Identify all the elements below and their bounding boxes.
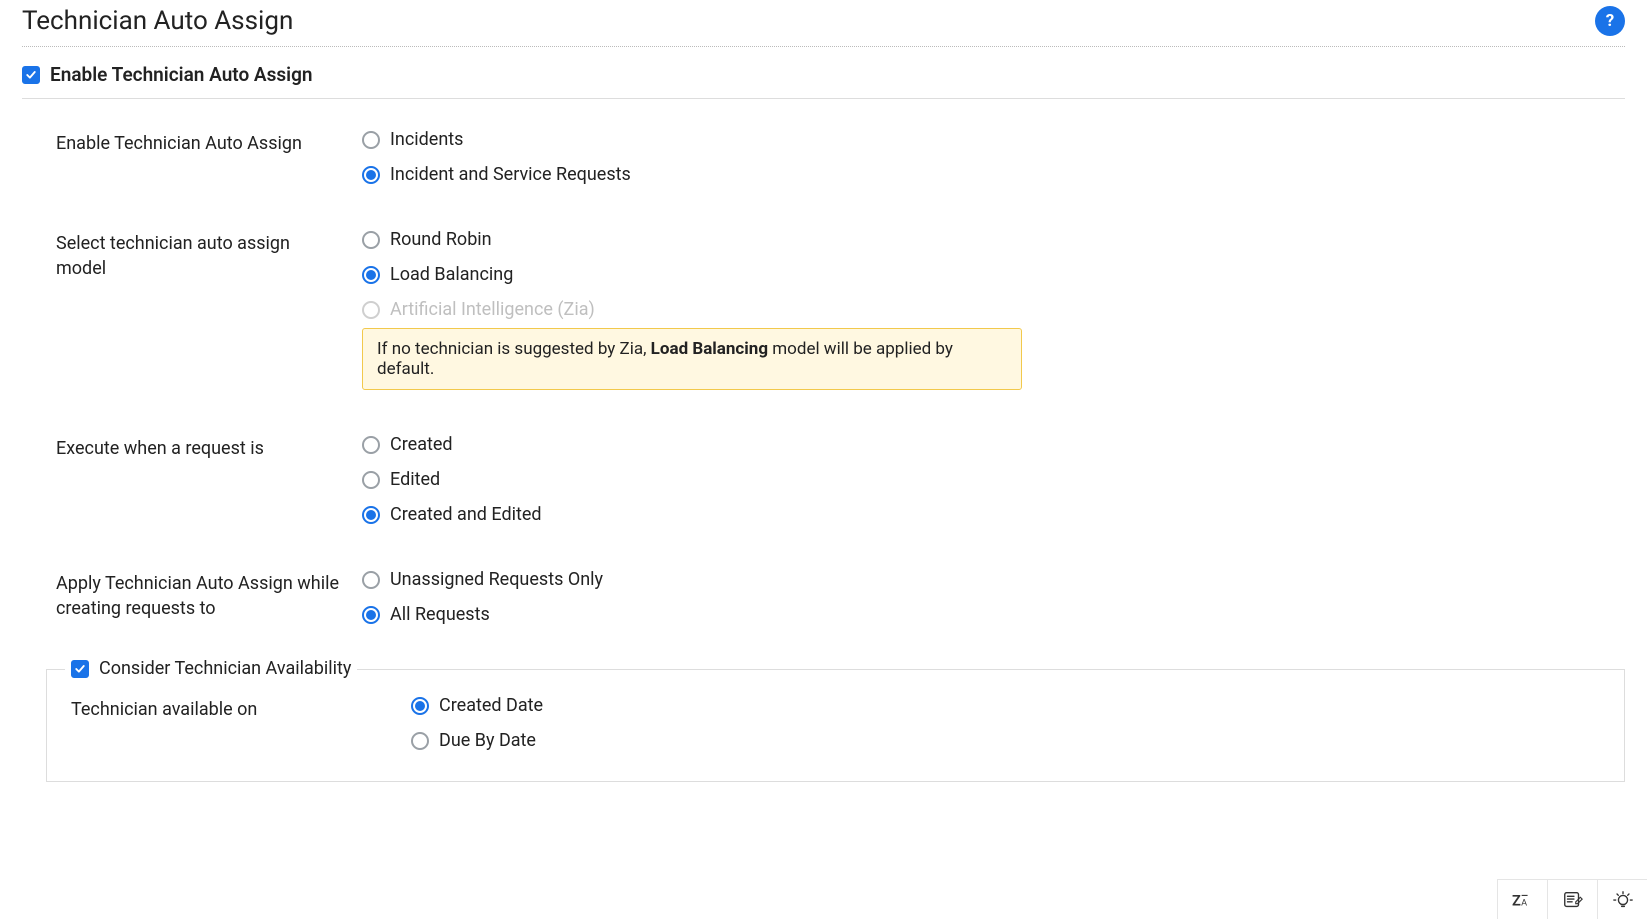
info-text-prefix: If no technician is suggested by Zia,: [377, 339, 651, 359]
field-model: Select technician auto assign model Roun…: [22, 229, 1625, 390]
page-header: Technician Auto Assign ?: [22, 6, 1625, 47]
enable-row: Enable Technician Auto Assign: [22, 47, 1625, 99]
note-icon: [1562, 889, 1584, 911]
apply-option[interactable]: Unassigned Requests Only: [362, 569, 1625, 590]
radio-input[interactable]: [362, 166, 380, 184]
help-button[interactable]: ?: [1595, 6, 1625, 36]
bottom-toolbar: ZA: [1497, 879, 1647, 919]
radio-label: Due By Date: [439, 730, 536, 751]
radio-label: Round Robin: [390, 229, 492, 250]
field-label: Technician available on: [71, 695, 411, 722]
radio-label: Incidents: [390, 129, 463, 150]
availability-fieldset: Consider Technician Availability Technic…: [46, 669, 1625, 782]
info-text-bold: Load Balancing: [651, 339, 768, 359]
radio-input: [362, 301, 380, 319]
scope-option[interactable]: Incident and Service Requests: [362, 164, 1625, 185]
bulb-button[interactable]: [1597, 879, 1647, 919]
apply-option[interactable]: All Requests: [362, 604, 1625, 625]
execute-option[interactable]: Created: [362, 434, 1625, 455]
availability-option[interactable]: Created Date: [411, 695, 1600, 716]
radio-label: Incident and Service Requests: [390, 164, 631, 185]
radio-input[interactable]: [411, 732, 429, 750]
radio-input[interactable]: [411, 697, 429, 715]
field-label: Enable Technician Auto Assign: [22, 129, 362, 156]
radio-label: Artificial Intelligence (Zia): [390, 299, 595, 320]
model-option[interactable]: Load Balancing: [362, 264, 1625, 285]
form: Enable Technician Auto Assign IncidentsI…: [22, 99, 1625, 782]
model-option: Artificial Intelligence (Zia): [362, 299, 1625, 320]
enable-checkbox[interactable]: [22, 66, 40, 84]
field-options: Created Edited Created and Edited: [362, 434, 1625, 525]
field-options: Round Robin Load Balancing Artificial Inte…: [362, 229, 1625, 390]
availability-checkbox[interactable]: [71, 660, 89, 678]
radio-input[interactable]: [362, 506, 380, 524]
radio-label: Unassigned Requests Only: [390, 569, 603, 590]
radio-label: All Requests: [390, 604, 490, 625]
availability-legend-label: Consider Technician Availability: [99, 658, 351, 679]
radio-input[interactable]: [362, 266, 380, 284]
radio-input[interactable]: [362, 571, 380, 589]
help-icon: ?: [1606, 11, 1614, 31]
field-scope: Enable Technician Auto Assign IncidentsI…: [22, 129, 1625, 185]
model-option[interactable]: Round Robin: [362, 229, 1625, 250]
radio-label: Edited: [390, 469, 440, 490]
svg-text:Z: Z: [1512, 891, 1521, 909]
radio-label: Created and Edited: [390, 504, 542, 525]
check-icon: [25, 69, 37, 81]
check-icon: [74, 663, 86, 675]
zia-icon: ZA: [1512, 889, 1534, 911]
field-label: Select technician auto assign model: [22, 229, 362, 281]
page-title: Technician Auto Assign: [22, 6, 293, 36]
radio-input[interactable]: [362, 606, 380, 624]
field-execute: Execute when a request is CreatedEditedC…: [22, 434, 1625, 525]
zia-button[interactable]: ZA: [1497, 879, 1547, 919]
execute-option[interactable]: Created and Edited: [362, 504, 1625, 525]
radio-label: Created: [390, 434, 453, 455]
svg-text:A: A: [1521, 898, 1527, 908]
field-apply: Apply Technician Auto Assign while creat…: [22, 569, 1625, 625]
bulb-icon: [1612, 889, 1634, 911]
field-label: Apply Technician Auto Assign while creat…: [22, 569, 362, 621]
radio-input[interactable]: [362, 131, 380, 149]
field-label: Execute when a request is: [22, 434, 362, 461]
field-availability: Technician available on Created Date Due …: [71, 695, 1600, 751]
info-box: If no technician is suggested by Zia, Lo…: [362, 328, 1022, 390]
note-button[interactable]: [1547, 879, 1597, 919]
enable-label: Enable Technician Auto Assign: [50, 63, 313, 86]
radio-input[interactable]: [362, 231, 380, 249]
radio-input[interactable]: [362, 436, 380, 454]
availability-legend: Consider Technician Availability: [65, 658, 357, 679]
field-options: Unassigned Requests Only All Requests: [362, 569, 1625, 625]
field-options: Incidents Incident and Service Requests: [362, 129, 1625, 185]
availability-option[interactable]: Due By Date: [411, 730, 1600, 751]
radio-label: Load Balancing: [390, 264, 513, 285]
scope-option[interactable]: Incidents: [362, 129, 1625, 150]
execute-option[interactable]: Edited: [362, 469, 1625, 490]
field-options: Created Date Due By Date: [411, 695, 1600, 751]
radio-input[interactable]: [362, 471, 380, 489]
radio-label: Created Date: [439, 695, 543, 716]
